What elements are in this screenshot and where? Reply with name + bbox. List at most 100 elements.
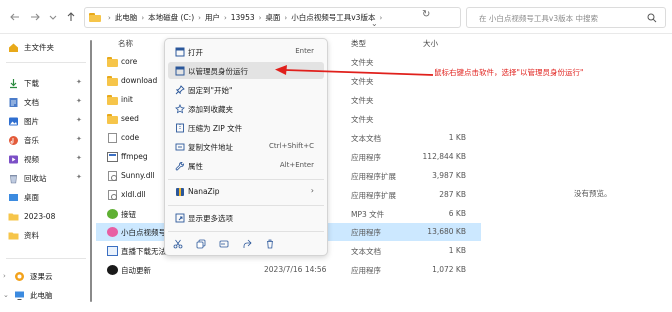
- chevron-right-icon[interactable]: ›: [3, 272, 6, 280]
- menu-item-show-more-options[interactable]: 显示更多选项: [168, 209, 324, 226]
- copy-icon[interactable]: [194, 237, 208, 251]
- text-file-icon: [108, 133, 117, 143]
- menu-item-nanazip[interactable]: NanaZip ›: [168, 183, 324, 200]
- address-bar[interactable]: › 此电脑 › 本地磁盘 (C:) › 用户 › 13953 › 桌面 › 小白…: [84, 7, 461, 28]
- menu-item-copy-path[interactable]: 复制文件地址 Ctrl+Shift+C: [168, 138, 324, 155]
- sidebar-item-music[interactable]: 音乐 ✦: [0, 131, 92, 149]
- search-input[interactable]: 在 小白点视频号工具v3版本 中搜索: [466, 7, 666, 28]
- pin-icon: ✦: [76, 135, 82, 143]
- chevron-right-icon: ›: [310, 186, 314, 195]
- up-button[interactable]: [64, 11, 78, 25]
- sidebar-item-label: 音乐: [24, 135, 39, 145]
- menu-item-add-to-favorites[interactable]: 添加到收藏夹: [168, 100, 324, 117]
- menu-item-properties[interactable]: 属性 Alt+Enter: [168, 157, 324, 174]
- sidebar-item-label: 文档: [24, 97, 39, 107]
- chevron-right-icon: ›: [284, 13, 288, 22]
- file-type: MP3 文件: [351, 210, 385, 219]
- breadcrumb-item[interactable]: 此电脑: [115, 12, 138, 23]
- this-pc-icon: [14, 290, 25, 301]
- file-type: 文件夹: [351, 96, 374, 105]
- menu-item-label: 显示更多选项: [188, 214, 233, 223]
- pin-icon: ✦: [76, 154, 82, 162]
- menu-item-label: 复制文件地址: [188, 143, 233, 152]
- column-header-size[interactable]: 大小: [423, 38, 438, 52]
- folder-icon: [107, 76, 118, 86]
- menu-item-label: 添加到收藏夹: [188, 105, 233, 114]
- menu-divider: [168, 231, 324, 232]
- menu-item-label: 打开: [188, 48, 203, 57]
- sidebar-item-materials[interactable]: 资料: [0, 226, 92, 244]
- recycle-bin-icon: [8, 173, 19, 184]
- file-size: 13,680 KB: [427, 227, 466, 236]
- breadcrumb-item[interactable]: 用户: [205, 12, 220, 23]
- file-row[interactable]: 自动更新 2023/7/16 14:56 应用程序 1,072 KB: [96, 261, 481, 279]
- sidebar-item-2023-08[interactable]: 2023-08: [0, 207, 92, 225]
- sidebar-item-pictures[interactable]: 图片 ✦: [0, 112, 92, 130]
- sidebar-item-label: 桌面: [24, 192, 39, 202]
- updater-icon: [107, 265, 118, 275]
- rename-icon[interactable]: [217, 237, 231, 251]
- sidebar-item-label: 2023-08: [24, 211, 56, 221]
- file-date: 2023/7/16 14:56: [264, 265, 327, 274]
- file-size: 287 KB: [439, 190, 466, 199]
- address-dropdown-icon[interactable]: ⌄: [371, 19, 378, 28]
- breadcrumb-item[interactable]: 本地磁盘 (C:): [148, 12, 194, 23]
- file-name: download: [121, 76, 158, 85]
- column-header-name[interactable]: 名称: [118, 38, 133, 52]
- cut-icon[interactable]: [171, 237, 185, 251]
- menu-item-open[interactable]: 打开 Enter: [168, 43, 324, 60]
- sidebar-item-documents[interactable]: 文档 ✦: [0, 93, 92, 111]
- file-name: ffmpeg: [121, 152, 148, 161]
- folder-icon: [89, 13, 101, 22]
- sidebar-item-desktop[interactable]: 桌面: [0, 188, 92, 206]
- sidebar-item-downloads[interactable]: 下载 ✦: [0, 74, 92, 92]
- app-icon: [107, 227, 118, 237]
- file-name: code: [121, 133, 140, 142]
- recent-locations-button[interactable]: [46, 11, 60, 25]
- sidebar-item-videos[interactable]: 视频 ✦: [0, 150, 92, 168]
- menu-item-label: NanaZip: [188, 187, 220, 196]
- audio-file-icon: [107, 209, 118, 219]
- file-type: 应用程序: [351, 266, 381, 275]
- chevron-down-icon: [49, 15, 57, 20]
- sidebar-item-cloud-drive[interactable]: › 逐果云: [0, 267, 92, 285]
- home-icon: [8, 42, 19, 53]
- menu-item-compress-zip[interactable]: 压缩为 ZIP 文件: [168, 119, 324, 136]
- videos-icon: [8, 154, 19, 165]
- dll-icon: [108, 171, 117, 181]
- breadcrumb-item[interactable]: 桌面: [265, 12, 280, 23]
- chevron-right-icon: ›: [258, 13, 262, 22]
- delete-icon[interactable]: [263, 237, 277, 251]
- music-icon: [8, 135, 19, 146]
- dll-icon: [108, 190, 117, 200]
- chevron-right-icon: ›: [108, 13, 111, 22]
- file-name: 自动更新: [121, 266, 151, 275]
- copy-path-icon: [174, 141, 185, 152]
- forward-button[interactable]: [28, 11, 42, 25]
- open-icon: [174, 46, 185, 57]
- pictures-icon: [8, 116, 19, 127]
- pin-icon: ✦: [76, 116, 82, 124]
- sidebar-item-this-pc[interactable]: ⌄ 此电脑: [0, 286, 92, 304]
- search-icon: [647, 13, 657, 23]
- file-name: 小白点视频号: [121, 228, 166, 237]
- exe-icon: [107, 152, 118, 162]
- download-icon: [8, 78, 19, 89]
- file-type: 应用程序扩展: [351, 191, 396, 200]
- chevron-down-icon[interactable]: ⌄: [3, 291, 9, 299]
- sidebar-item-recycle-bin[interactable]: 回收站 ✦: [0, 169, 92, 187]
- address-toolbar: › 此电脑 › 本地磁盘 (C:) › 用户 › 13953 › 桌面 › 小白…: [0, 0, 672, 34]
- file-name: core: [121, 57, 138, 66]
- share-icon[interactable]: [240, 237, 254, 251]
- folder-icon: [107, 114, 118, 124]
- column-header-type[interactable]: 类型: [351, 38, 366, 52]
- sidebar-scrollbar[interactable]: [90, 40, 92, 302]
- refresh-icon[interactable]: ↻: [422, 9, 430, 20]
- preview-pane-message: 没有预览。: [574, 189, 612, 198]
- breadcrumb-item[interactable]: 13953: [231, 13, 255, 22]
- sidebar-item-home[interactable]: 主文件夹: [0, 38, 92, 56]
- back-button[interactable]: [8, 11, 22, 25]
- back-arrow-icon: [10, 13, 19, 21]
- annotation-text: 鼠标右键点击软件，选择"以管理员身份运行": [434, 68, 584, 77]
- breadcrumb-item[interactable]: 小白点视频号工具v3版本: [291, 12, 375, 23]
